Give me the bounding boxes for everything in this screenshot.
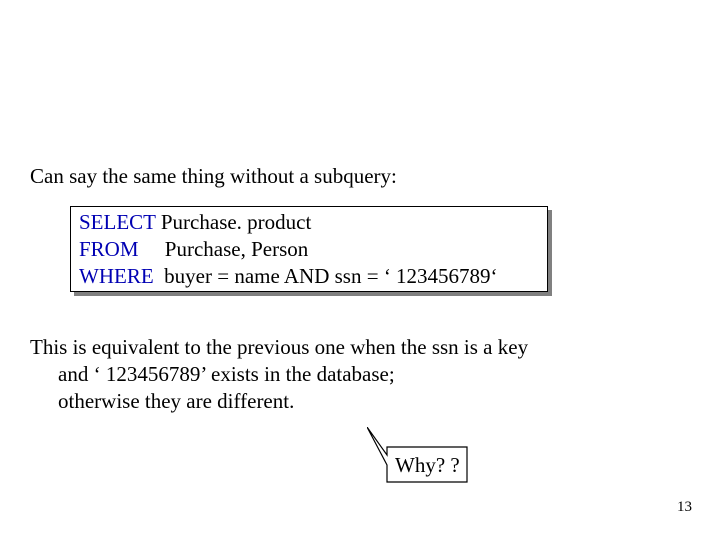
explain-line-2: and ‘ 123456789’ exists in the database; bbox=[30, 361, 528, 388]
sql-codebox: SELECT Purchase. product FROM Purchase, … bbox=[70, 206, 548, 292]
sql-where-clause: buyer = name AND ssn = ‘ 123456789‘ bbox=[154, 264, 498, 288]
sql-keyword-where: WHERE bbox=[79, 264, 154, 288]
sql-line-from: FROM Purchase, Person bbox=[79, 236, 539, 263]
sql-from-tables: Purchase, Person bbox=[139, 237, 309, 261]
explain-line-1: This is equivalent to the previous one w… bbox=[30, 335, 528, 359]
explain-line-3: otherwise they are different. bbox=[30, 388, 528, 415]
callout-label: Why? ? bbox=[395, 453, 460, 478]
why-callout: Why? ? bbox=[367, 427, 487, 487]
codebox: SELECT Purchase. product FROM Purchase, … bbox=[70, 206, 548, 292]
intro-text: Can say the same thing without a subquer… bbox=[30, 164, 397, 189]
sql-select-columns: Purchase. product bbox=[156, 210, 312, 234]
sql-keyword-from: FROM bbox=[79, 237, 139, 261]
page-number: 13 bbox=[677, 499, 692, 516]
sql-line-where: WHERE buyer = name AND ssn = ‘ 123456789… bbox=[79, 263, 539, 290]
sql-line-select: SELECT Purchase. product bbox=[79, 209, 539, 236]
slide: Can say the same thing without a subquer… bbox=[0, 0, 720, 540]
explanation-text: This is equivalent to the previous one w… bbox=[30, 334, 528, 415]
sql-keyword-select: SELECT bbox=[79, 210, 156, 234]
